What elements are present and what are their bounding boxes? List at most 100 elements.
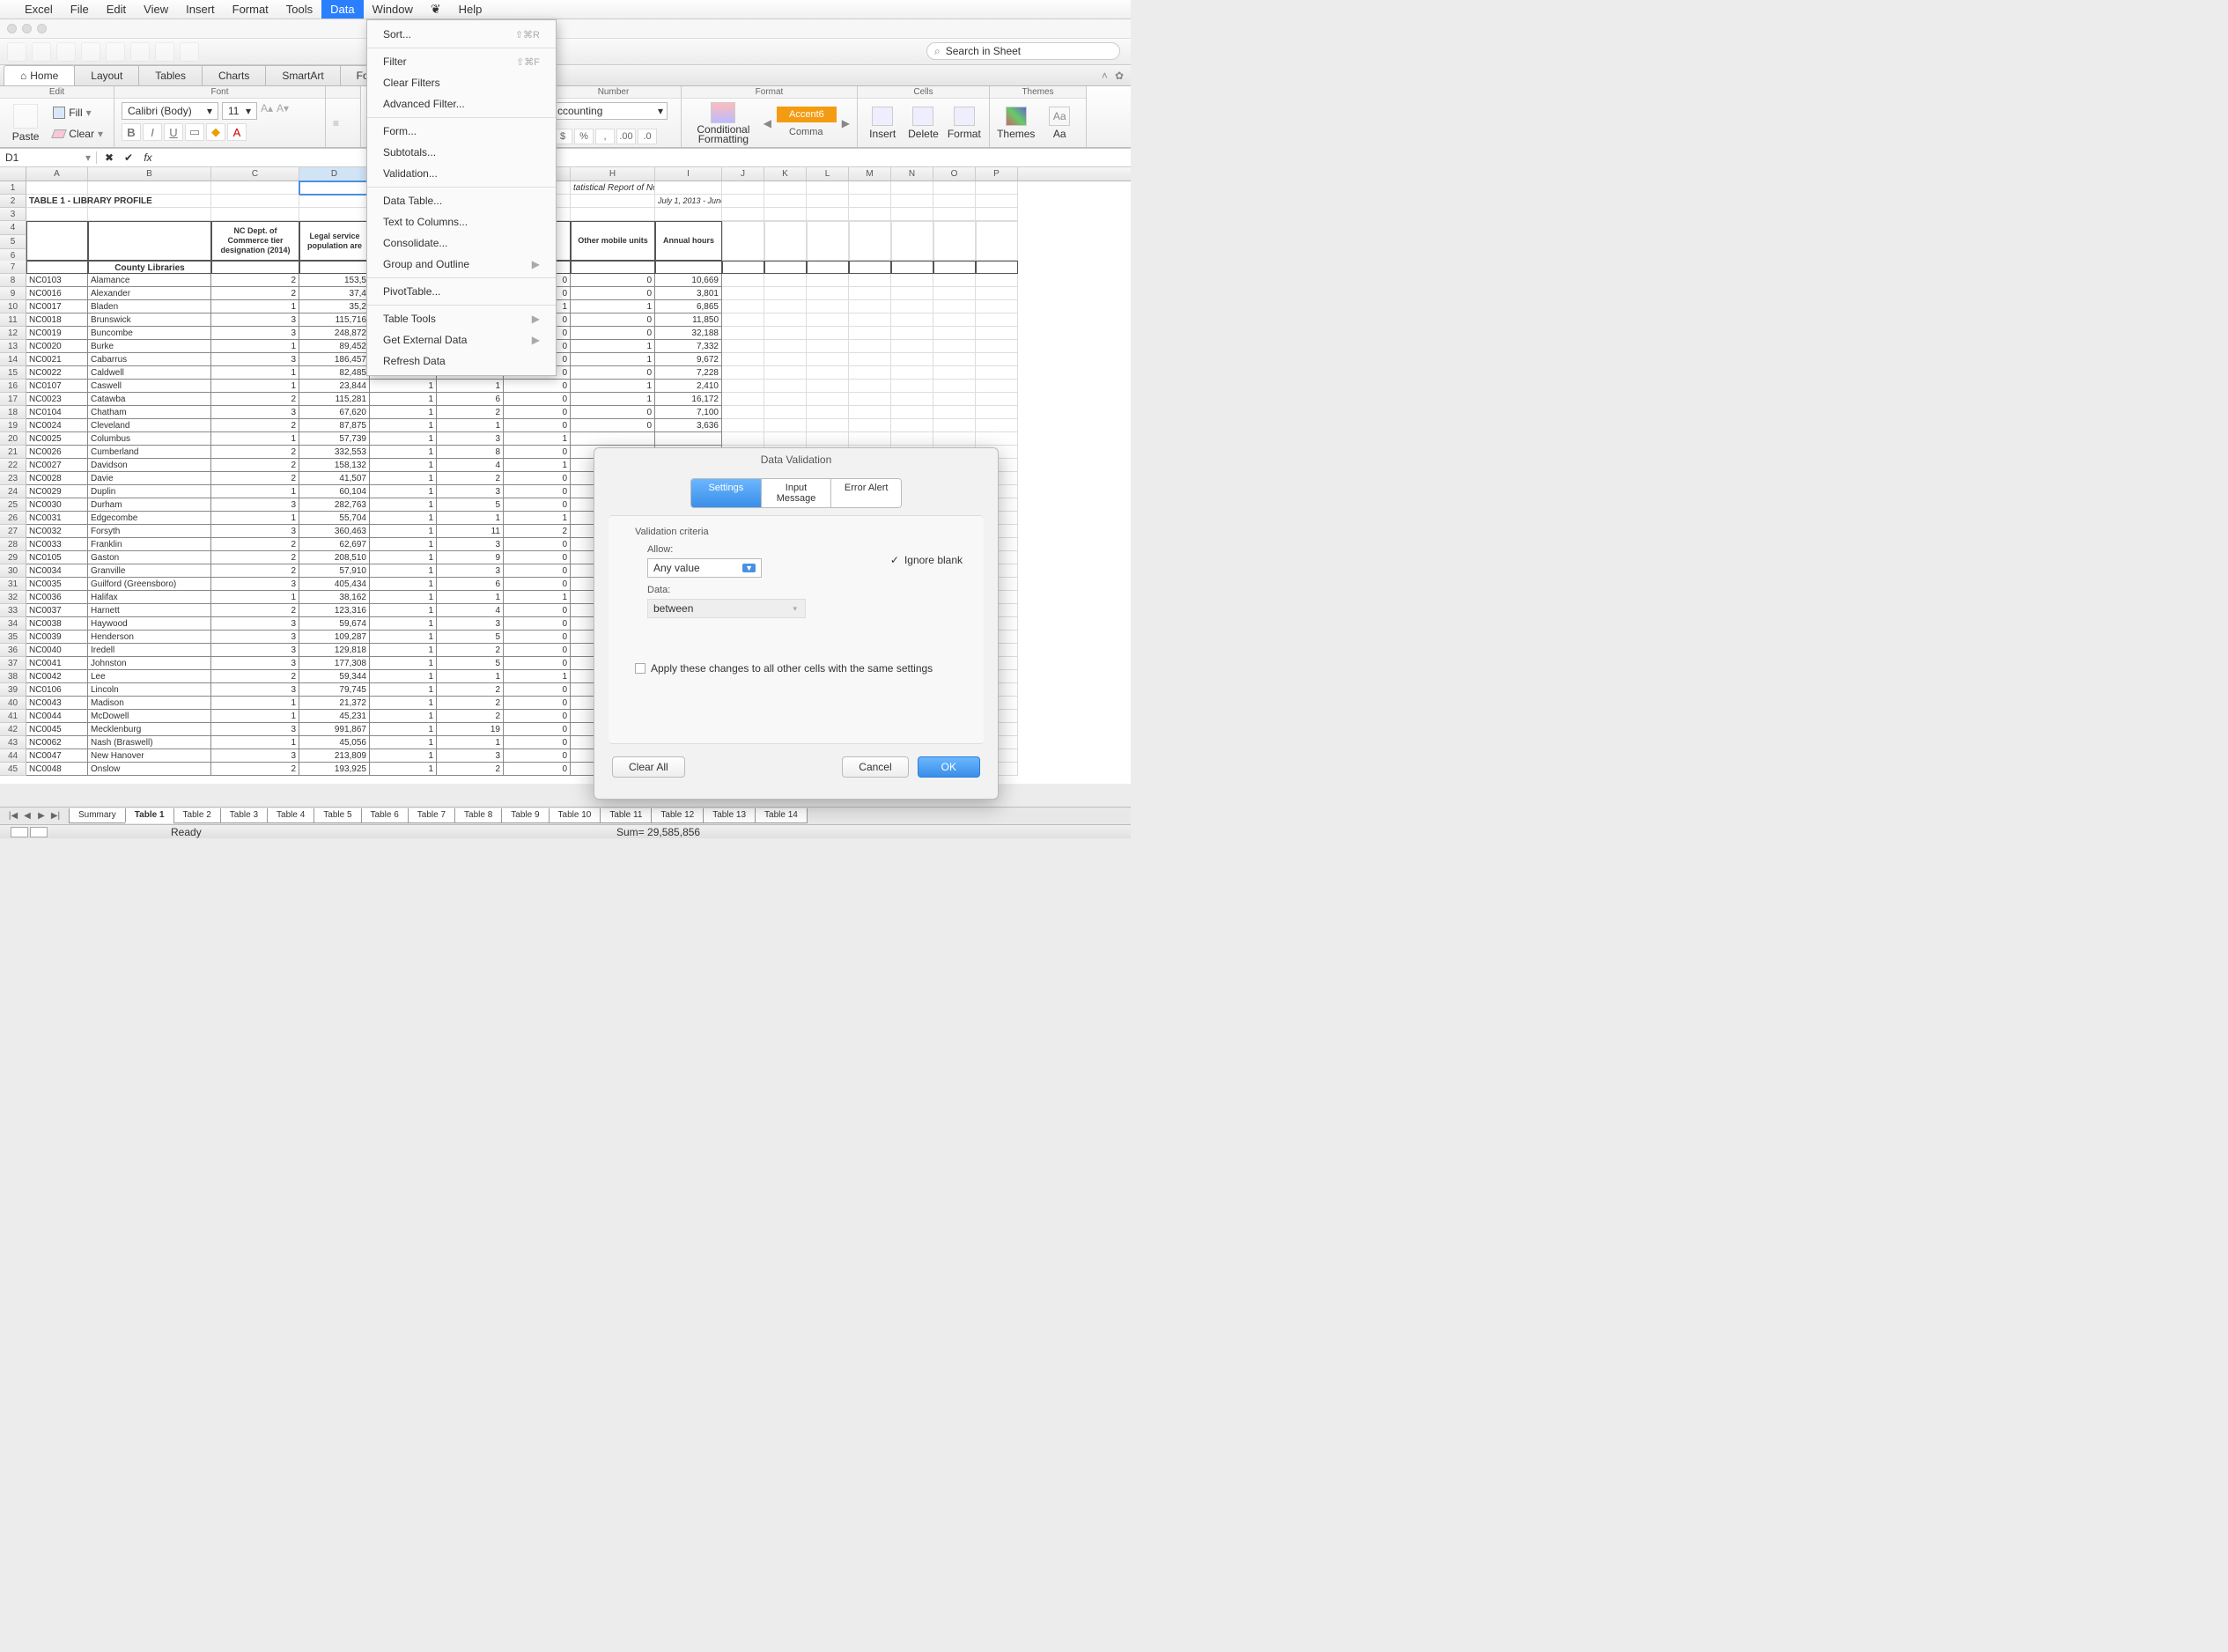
cell[interactable] — [211, 208, 299, 221]
row-header[interactable]: 24 — [0, 485, 26, 498]
menu-view[interactable]: View — [135, 0, 177, 18]
cell[interactable] — [976, 340, 1018, 353]
cell[interactable]: Alamance — [88, 274, 211, 287]
cell[interactable]: Caswell — [88, 380, 211, 393]
cell[interactable]: NC0026 — [26, 446, 88, 459]
cell[interactable]: NC0021 — [26, 353, 88, 366]
cell[interactable]: 2 — [437, 472, 504, 485]
cell[interactable]: 2 — [437, 683, 504, 697]
cell[interactable] — [722, 313, 764, 327]
cell[interactable]: Davidson — [88, 459, 211, 472]
cell[interactable] — [891, 380, 933, 393]
cell[interactable]: New Hanover — [88, 749, 211, 763]
undo-icon[interactable] — [106, 42, 125, 62]
cell[interactable]: 1 — [370, 591, 437, 604]
row-header[interactable]: 23 — [0, 472, 26, 485]
cell[interactable]: Mecklenburg — [88, 723, 211, 736]
cell[interactable] — [849, 181, 891, 195]
cell[interactable] — [88, 181, 211, 195]
cell[interactable] — [849, 195, 891, 208]
cell[interactable]: Johnston — [88, 657, 211, 670]
cell[interactable] — [976, 419, 1018, 432]
cell[interactable] — [722, 274, 764, 287]
cell[interactable]: NC0027 — [26, 459, 88, 472]
row-header[interactable]: 26 — [0, 512, 26, 525]
cell[interactable]: NC0043 — [26, 697, 88, 710]
cell[interactable]: 0 — [504, 419, 571, 432]
cell[interactable] — [807, 300, 849, 313]
cell[interactable]: 1 — [370, 644, 437, 657]
cell[interactable]: 1 — [370, 749, 437, 763]
row-header[interactable]: 5 — [0, 235, 26, 249]
row-header[interactable]: 19 — [0, 419, 26, 432]
cell[interactable] — [976, 313, 1018, 327]
cell[interactable] — [299, 208, 370, 221]
cell[interactable]: Brunswick — [88, 313, 211, 327]
cell[interactable]: 1 — [437, 512, 504, 525]
new-icon[interactable] — [7, 42, 26, 62]
cell[interactable] — [849, 287, 891, 300]
cell[interactable] — [764, 313, 807, 327]
cell[interactable]: 1 — [370, 723, 437, 736]
tab-charts[interactable]: Charts — [202, 65, 266, 85]
col-header-j[interactable]: J — [722, 167, 764, 181]
cell[interactable] — [299, 195, 370, 208]
cell[interactable]: Burke — [88, 340, 211, 353]
cell[interactable]: 0 — [504, 393, 571, 406]
themes-button[interactable]: Themes — [997, 107, 1036, 140]
cell[interactable] — [976, 327, 1018, 340]
cell[interactable] — [849, 419, 891, 432]
menu-edit[interactable]: Edit — [98, 0, 135, 18]
cell[interactable]: NC0106 — [26, 683, 88, 697]
cell[interactable]: NC0042 — [26, 670, 88, 683]
cell[interactable]: 0 — [504, 723, 571, 736]
row-header[interactable]: 20 — [0, 432, 26, 446]
cell[interactable]: 1 — [370, 538, 437, 551]
cell[interactable]: NC0107 — [26, 380, 88, 393]
cell[interactable]: 1 — [571, 380, 655, 393]
cell[interactable] — [722, 419, 764, 432]
cell[interactable]: 1 — [437, 736, 504, 749]
cell[interactable] — [849, 274, 891, 287]
cell[interactable]: NC0037 — [26, 604, 88, 617]
cell[interactable]: 35,2 — [299, 300, 370, 313]
cell[interactable]: 2 — [211, 419, 299, 432]
cell[interactable]: 1 — [370, 683, 437, 697]
sum-icon[interactable] — [155, 42, 174, 62]
cell[interactable]: 7,332 — [655, 340, 722, 353]
cell[interactable]: 1 — [370, 485, 437, 498]
col-header-i[interactable]: I — [655, 167, 722, 181]
cell[interactable]: NC0041 — [26, 657, 88, 670]
cell[interactable] — [933, 313, 976, 327]
cancel-formula-icon[interactable]: ✖ — [102, 151, 116, 164]
cell[interactable]: 2 — [211, 274, 299, 287]
cell[interactable]: NC0103 — [26, 274, 88, 287]
tab-smartart[interactable]: SmartArt — [265, 65, 340, 85]
scroll-right-icon[interactable]: ▶ — [842, 117, 850, 129]
cell[interactable] — [933, 393, 976, 406]
cell[interactable] — [655, 261, 722, 274]
cell[interactable] — [891, 181, 933, 195]
conditional-formatting-button[interactable]: Conditional Formatting — [689, 102, 758, 144]
cell[interactable]: 0 — [571, 419, 655, 432]
row-header[interactable]: 45 — [0, 763, 26, 776]
cell[interactable]: TABLE 1 - LIBRARY PROFILE — [26, 195, 88, 208]
cell[interactable] — [26, 221, 88, 261]
cell[interactable] — [891, 327, 933, 340]
cell[interactable]: 0 — [504, 683, 571, 697]
cell[interactable]: 10,669 — [655, 274, 722, 287]
cell[interactable]: 7,228 — [655, 366, 722, 380]
cell[interactable] — [655, 208, 722, 221]
cell[interactable] — [764, 380, 807, 393]
cell[interactable]: 0 — [571, 313, 655, 327]
cell[interactable] — [849, 300, 891, 313]
cell[interactable]: 1 — [370, 631, 437, 644]
font-family-select[interactable]: Calibri (Body)▾ — [122, 102, 218, 120]
cell[interactable]: NC0035 — [26, 578, 88, 591]
data-menu-item[interactable]: PivotTable... — [367, 281, 556, 302]
cell[interactable] — [933, 181, 976, 195]
cell[interactable] — [807, 419, 849, 432]
cell[interactable]: 3 — [211, 723, 299, 736]
cell[interactable] — [26, 208, 88, 221]
row-header[interactable]: 4 — [0, 221, 26, 235]
